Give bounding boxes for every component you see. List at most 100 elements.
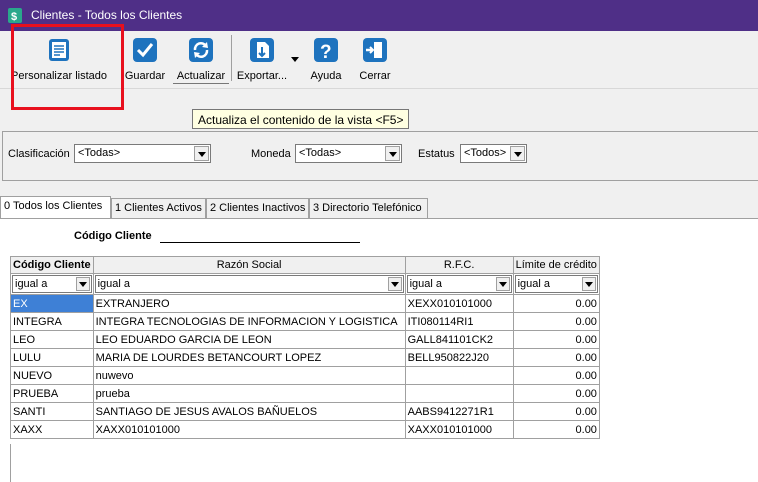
exit-door-icon xyxy=(363,38,387,62)
cell-rfc[interactable]: BELL950822J20 xyxy=(404,348,514,367)
actualizar-button[interactable]: Actualizar xyxy=(173,37,229,87)
filter-value: igual a xyxy=(97,278,131,290)
cell-rfc[interactable]: XEXX010101000 xyxy=(404,294,514,313)
table-row[interactable]: NUEVO nuwevo 0.00 xyxy=(10,366,600,385)
cell-rfc[interactable]: XAXX010101000 xyxy=(404,420,514,439)
exportar-button[interactable]: Exportar... xyxy=(234,37,290,87)
table-header: Código Cliente Razón Social R.F.C. Límit… xyxy=(10,256,600,274)
export-icon xyxy=(250,38,274,62)
table-row[interactable]: EX EXTRANJERO XEXX010101000 0.00 xyxy=(10,294,600,313)
cell-codigo[interactable]: NUEVO xyxy=(10,366,94,385)
razon-social-filter-select[interactable]: igual a xyxy=(94,275,404,293)
moneda-label: Moneda xyxy=(251,148,291,160)
tab-todos-los-clientes[interactable]: 0 Todos los Clientes xyxy=(0,196,111,218)
table-row[interactable]: INTEGRA INTEGRA TECNOLOGIAS DE INFORMACIO… xyxy=(10,312,600,331)
cell-rfc[interactable] xyxy=(404,384,514,403)
cell-limite[interactable]: 0.00 xyxy=(512,330,600,349)
ayuda-button[interactable]: ? Ayuda xyxy=(306,37,346,87)
cell-codigo[interactable]: INTEGRA xyxy=(10,312,94,331)
cell-codigo[interactable]: PRUEBA xyxy=(10,384,94,403)
chevron-down-icon[interactable] xyxy=(495,277,510,291)
actualizar-label: Actualizar xyxy=(173,70,229,84)
cell-rfc[interactable]: ITI080114RI1 xyxy=(404,312,514,331)
moneda-select[interactable]: <Todas> xyxy=(295,144,402,163)
window-title: Clientes - Todos los Clientes xyxy=(31,8,183,22)
estatus-value: <Todos> xyxy=(464,147,507,159)
chevron-down-icon[interactable] xyxy=(75,277,90,291)
cell-limite[interactable]: 0.00 xyxy=(512,294,600,313)
list-document-icon xyxy=(49,39,69,61)
filter-value: igual a xyxy=(409,278,443,290)
cell-rfc[interactable]: GALL841101CK2 xyxy=(404,330,514,349)
cell-codigo[interactable]: EX xyxy=(10,294,94,313)
tab-clientes-activos[interactable]: 1 Clientes Activos xyxy=(111,198,206,218)
cell-razon-social[interactable]: LEO EDUARDO GARCIA DE LEON xyxy=(92,330,406,349)
personalizar-label: Personalizar listado xyxy=(11,70,107,82)
codigo-cliente-label: Código Cliente xyxy=(74,230,152,242)
cell-limite[interactable]: 0.00 xyxy=(512,402,600,421)
guardar-label: Guardar xyxy=(124,70,166,82)
codigo-filter-select[interactable]: igual a xyxy=(12,275,92,293)
codigo-cliente-input[interactable] xyxy=(160,242,360,243)
limite-filter-select[interactable]: igual a xyxy=(514,275,598,293)
toolbar-separator xyxy=(231,35,232,81)
cell-razon-social[interactable]: prueba xyxy=(92,384,406,403)
table-row[interactable]: LEO LEO EDUARDO GARCIA DE LEON GALL841101C… xyxy=(10,330,600,349)
table-row[interactable]: LULU MARIA DE LOURDES BETANCOURT LOPEZ BEL… xyxy=(10,348,600,367)
table-row[interactable]: XAXX XAXX010101000 XAXX010101000 0.00 xyxy=(10,420,600,439)
svg-text:$: $ xyxy=(11,11,17,23)
cell-codigo[interactable]: LEO xyxy=(10,330,94,349)
cell-razon-social[interactable]: INTEGRA TECNOLOGIAS DE INFORMACION Y LOG… xyxy=(92,312,406,331)
column-header-razon-social[interactable]: Razón Social xyxy=(92,256,406,274)
clasificacion-select[interactable]: <Todas> xyxy=(74,144,211,163)
chevron-down-icon[interactable] xyxy=(510,146,525,161)
help-icon: ? xyxy=(314,38,338,63)
chevron-down-icon[interactable] xyxy=(581,277,596,291)
cerrar-button[interactable]: Cerrar xyxy=(355,37,395,87)
filter-value: igual a xyxy=(15,278,48,290)
cerrar-label: Cerrar xyxy=(359,70,391,82)
cell-limite[interactable]: 0.00 xyxy=(512,384,600,403)
toolbar: Personalizar listado Guardar Actualizar … xyxy=(0,31,758,89)
guardar-button[interactable]: Guardar xyxy=(122,37,168,87)
actualizar-tooltip: Actualiza el contenido de la vista <F5> xyxy=(192,109,410,129)
filter-value: igual a xyxy=(517,278,551,290)
tab-strip: 0 Todos los Clientes 1 Clientes Activos … xyxy=(0,196,758,218)
tab-clientes-inactivos[interactable]: 2 Clientes Inactivos xyxy=(206,198,309,218)
column-header-codigo[interactable]: Código Cliente xyxy=(10,256,94,274)
chevron-down-icon[interactable] xyxy=(387,277,402,291)
column-header-rfc[interactable]: R.F.C. xyxy=(404,256,514,274)
tab-directorio-telefonico[interactable]: 3 Directorio Telefónico xyxy=(309,198,428,218)
cell-limite[interactable]: 0.00 xyxy=(512,420,600,439)
filter-row: igual a igual a igual a igual a xyxy=(10,273,600,295)
cell-rfc[interactable]: AABS9412271R1 xyxy=(404,402,514,421)
chevron-down-icon[interactable] xyxy=(194,146,209,161)
cell-limite[interactable]: 0.00 xyxy=(512,348,600,367)
cell-codigo[interactable]: XAXX xyxy=(10,420,94,439)
chevron-down-icon[interactable] xyxy=(385,146,400,161)
estatus-select[interactable]: <Todos> xyxy=(460,144,527,163)
cell-limite[interactable]: 0.00 xyxy=(512,366,600,385)
svg-text:?: ? xyxy=(320,42,332,63)
ayuda-label: Ayuda xyxy=(310,70,342,82)
rfc-filter-select[interactable]: igual a xyxy=(406,275,512,293)
column-header-limite-credito[interactable]: Límite de crédito xyxy=(512,256,600,274)
table-row[interactable]: PRUEBA prueba 0.00 xyxy=(10,384,600,403)
exportar-dropdown-arrow[interactable] xyxy=(291,57,299,62)
cell-razon-social[interactable]: SANTIAGO DE JESUS AVALOS BAÑUELOS xyxy=(92,402,406,421)
cell-razon-social[interactable]: EXTRANJERO xyxy=(92,294,406,313)
title-bar: $ Clientes - Todos los Clientes xyxy=(0,0,758,31)
cell-codigo[interactable]: LULU xyxy=(10,348,94,367)
cell-razon-social[interactable]: MARIA DE LOURDES BETANCOURT LOPEZ xyxy=(92,348,406,367)
estatus-label: Estatus xyxy=(418,148,455,160)
clasificacion-value: <Todas> xyxy=(78,147,121,159)
checkmark-icon xyxy=(133,38,157,62)
table-row[interactable]: SANTI SANTIAGO DE JESUS AVALOS BAÑUELOS AA… xyxy=(10,402,600,421)
personalizar-listado-button[interactable]: Personalizar listado xyxy=(9,37,109,87)
cell-rfc[interactable] xyxy=(404,366,514,385)
cell-limite[interactable]: 0.00 xyxy=(512,312,600,331)
cell-razon-social[interactable]: nuwevo xyxy=(92,366,406,385)
exportar-label: Exportar... xyxy=(236,70,288,82)
cell-razon-social[interactable]: XAXX010101000 xyxy=(92,420,406,439)
cell-codigo[interactable]: SANTI xyxy=(10,402,94,421)
